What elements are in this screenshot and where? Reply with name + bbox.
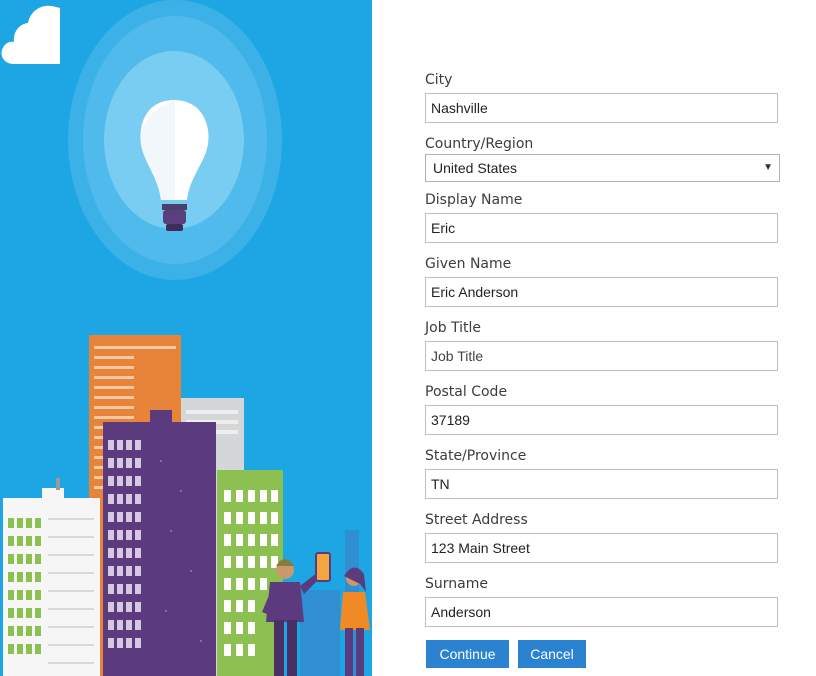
display-name-field-group: Display Name [425,191,780,243]
city-label: City [425,72,453,88]
state-province-label: State/Province [425,448,527,464]
white-tower [3,478,100,676]
postal-code-input[interactable] [425,405,778,435]
city-field-group: City [425,71,780,123]
street-address-input[interactable] [425,533,778,563]
street-address-field-group: Street Address [425,511,780,563]
green-tower [217,470,283,676]
purple-tower [103,410,216,676]
street-address-label: Street Address [425,512,528,528]
city-illustration [3,0,370,676]
illustration-panel [0,0,372,676]
given-name-label: Given Name [425,256,512,272]
state-province-field-group: State/Province [425,447,780,499]
continue-button[interactable]: Continue [426,640,509,668]
state-province-input[interactable] [425,469,778,499]
city-input[interactable] [425,93,778,123]
dropdown-arrow-icon: ▼ [763,162,773,173]
display-name-input[interactable] [425,213,778,243]
surname-input[interactable] [425,597,778,627]
postal-code-field-group: Postal Code [425,383,780,435]
display-name-label: Display Name [425,192,523,208]
given-name-field-group: Given Name [425,255,780,307]
country-selected-value: United States [433,160,518,176]
job-title-input[interactable] [425,341,778,371]
job-title-label: Job Title [425,320,482,336]
country-field-group: Country/Region United States ▼ [425,135,780,182]
country-label: Country/Region [425,136,534,152]
surname-field-group: Surname [425,575,780,627]
surname-label: Surname [425,576,488,592]
country-select[interactable]: United States ▼ [425,154,780,182]
cloud-icon [1,5,60,65]
job-title-field-group: Job Title [425,319,780,371]
cancel-button[interactable]: Cancel [518,640,586,668]
postal-code-label: Postal Code [425,384,508,400]
given-name-input[interactable] [425,277,778,307]
